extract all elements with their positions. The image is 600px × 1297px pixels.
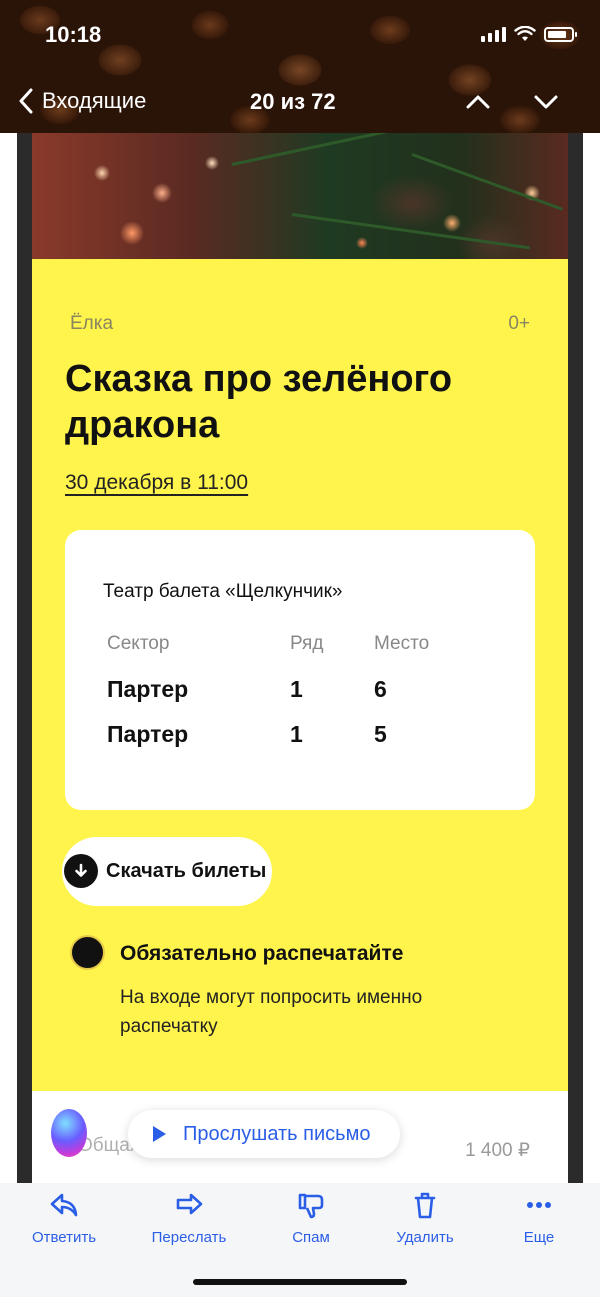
reply-label: Ответить [31, 1229, 97, 1246]
ticket-row: 1 [290, 721, 303, 747]
wifi-icon [514, 26, 536, 41]
battery-icon [544, 27, 577, 42]
ticket-seat: 5 [374, 721, 387, 747]
back-label: Входящие [42, 88, 147, 113]
listen-email-button[interactable]: Прослушать письмо [128, 1110, 400, 1158]
nutcracker-icon [70, 935, 105, 970]
notice-text: На входе могут попросить именно распечат… [120, 987, 423, 1037]
age-rating: 0+ [508, 313, 530, 334]
next-message-button[interactable] [532, 88, 560, 121]
status-icons [481, 26, 577, 42]
holiday-banner-image [32, 133, 568, 259]
spam-label: Спам [292, 1229, 330, 1246]
voice-assistant-icon[interactable] [51, 1109, 87, 1157]
delete-button[interactable]: Удалить [370, 1191, 480, 1246]
status-time: 10:18 [45, 22, 102, 47]
ticket-card: Театр балета «Щелкунчик» Сектор Ряд Мест… [65, 530, 535, 810]
ticket-row: 1 [290, 676, 303, 702]
notice-title: Обязательно распечатайте [120, 942, 404, 965]
previous-message-button[interactable] [464, 88, 492, 121]
play-icon [153, 1126, 166, 1142]
listen-label: Прослушать письмо [183, 1123, 371, 1145]
ticket-sector: Партер [107, 676, 189, 702]
row-header: Ряд [290, 633, 324, 654]
chevron-left-icon [19, 88, 33, 114]
header-background: 10:18 Входящие 20 из 72 [0, 0, 600, 133]
venue-name: Театр балета «Щелкунчик» [103, 581, 343, 602]
signal-icon [481, 26, 506, 42]
forward-label: Переслать [151, 1229, 227, 1246]
download-icon [64, 854, 98, 888]
thumbs-down-icon [298, 1193, 324, 1219]
event-date-link[interactable]: 30 декабря в 11:00 [65, 471, 248, 495]
chevron-up-icon [466, 95, 490, 109]
download-label: Скачать билеты [106, 860, 267, 882]
trash-icon [414, 1192, 436, 1219]
forward-button[interactable]: Переслать [134, 1191, 244, 1246]
message-counter: 20 из 72 [250, 89, 336, 114]
forward-icon [176, 1193, 203, 1215]
more-label: Еще [523, 1229, 555, 1246]
spam-button[interactable]: Спам [256, 1191, 366, 1246]
event-title: Сказка про зелёного дракона [65, 358, 453, 446]
seat-header: Место [374, 633, 430, 654]
reply-icon [50, 1193, 78, 1217]
more-dots-icon [527, 1202, 551, 1208]
more-button[interactable]: Еще [484, 1191, 594, 1246]
back-button[interactable]: Входящие [18, 88, 146, 114]
download-tickets-button[interactable]: Скачать билеты [62, 837, 272, 906]
ticket-sector: Партер [107, 721, 189, 747]
price-value: 1 400 ₽ [465, 1140, 530, 1161]
ticket-seat: 6 [374, 676, 387, 702]
event-category: Ёлка [70, 313, 114, 334]
sector-header: Сектор [107, 633, 170, 654]
reply-button[interactable]: Ответить [9, 1191, 119, 1246]
home-indicator [193, 1279, 407, 1285]
chevron-down-icon [534, 95, 558, 109]
delete-label: Удалить [396, 1229, 454, 1246]
